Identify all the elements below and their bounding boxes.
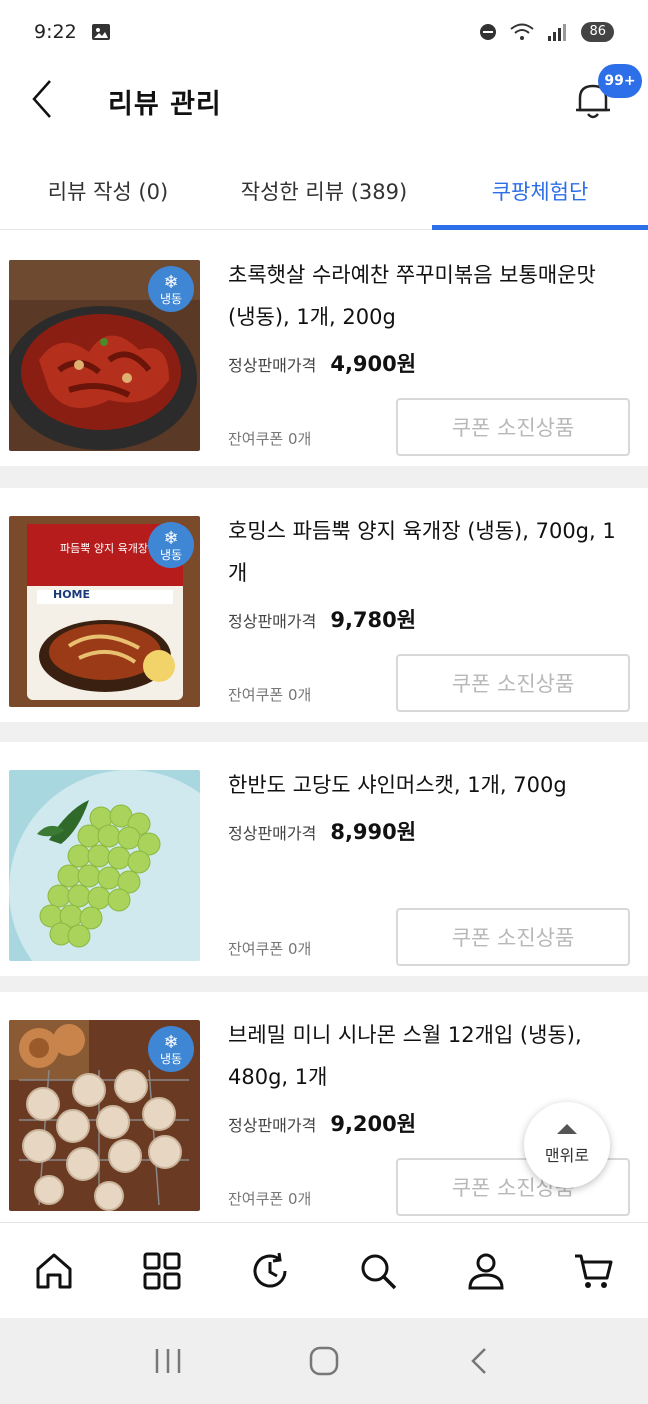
gallery-icon <box>91 24 110 40</box>
notification-badge: 99+ <box>598 64 642 98</box>
list-item[interactable]: 파듬뿍 양지 육개장 HOME ❄ 냉동 호밍스 파듬뿍 양지 육개장 (냉동),… <box>0 488 648 722</box>
scroll-to-top-label: 맨위로 <box>544 1146 590 1165</box>
price-value: 9,200원 <box>330 1112 417 1136</box>
nav-my-page[interactable] <box>432 1223 540 1318</box>
review-tabs: 리뷰 작성 (0) 작성한 리뷰 (389) 쿠팡체험단 <box>0 152 648 230</box>
home-button[interactable] <box>294 1331 354 1391</box>
price-value: 4,900원 <box>330 352 417 376</box>
search-icon <box>361 1254 397 1289</box>
price-label: 정상판매가격 <box>228 824 317 843</box>
system-navigation <box>0 1318 648 1404</box>
price-value: 9,780원 <box>330 608 417 632</box>
scroll-to-top-button[interactable]: 맨위로 <box>524 1102 610 1188</box>
status-time: 9:22 <box>34 21 77 43</box>
nav-category[interactable] <box>108 1223 216 1318</box>
remaining-coupons: 잔여쿠폰 0개 <box>228 686 312 704</box>
product-image <box>9 770 200 961</box>
system-back-button[interactable] <box>450 1331 510 1391</box>
product-list: ❄ 냉동 초록햇살 수라예찬 쭈꾸미볶음 보통매운맛 (냉동), 1개, 200g… <box>0 232 648 1222</box>
status-bar: 9:22 86 <box>0 0 648 64</box>
wifi-icon <box>510 23 535 40</box>
price-label: 정상판매가격 <box>228 1116 317 1135</box>
price-row: 정상판매가격 4,900원 <box>228 348 416 378</box>
frozen-badge: ❄ 냉동 <box>148 1026 194 1072</box>
coupon-sold-out-button[interactable]: 쿠폰 소진상품 <box>396 908 630 966</box>
package-brand: HOME <box>53 588 91 601</box>
home-circle-icon <box>309 1346 339 1376</box>
snowflake-icon: ❄ <box>163 1032 179 1053</box>
price-label: 정상판매가격 <box>228 356 317 375</box>
home-icon <box>36 1253 72 1288</box>
cart-icon <box>575 1254 613 1288</box>
recent-apps-button[interactable] <box>138 1331 198 1391</box>
list-item[interactable]: ❄ 냉동 초록햇살 수라예찬 쭈꾸미볶음 보통매운맛 (냉동), 1개, 200g… <box>0 232 648 466</box>
remaining-coupons: 잔여쿠폰 0개 <box>228 940 312 958</box>
back-button[interactable] <box>22 76 62 122</box>
frozen-badge: ❄ 냉동 <box>148 266 194 312</box>
product-name: 초록햇살 수라예찬 쭈꾸미볶음 보통매운맛 (냉동), 1개, 200g <box>228 263 596 329</box>
recent-apps-icon <box>155 1349 181 1373</box>
coupon-sold-out-button[interactable]: 쿠폰 소진상품 <box>396 654 630 712</box>
price-label: 정상판매가격 <box>228 612 317 631</box>
snowflake-icon: ❄ <box>163 528 179 549</box>
battery-indicator: 86 <box>581 22 614 42</box>
nav-recent[interactable] <box>216 1223 324 1318</box>
product-image: ❄ 냉동 <box>9 260 200 451</box>
back-arrow-icon <box>471 1348 486 1374</box>
product-name: 브레밀 미니 시나몬 스월 12개입 (냉동), 480g, 1개 <box>228 1023 582 1089</box>
remaining-coupons: 잔여쿠폰 0개 <box>228 1190 312 1208</box>
tab-written-reviews[interactable]: 작성한 리뷰 (389) <box>216 152 432 229</box>
remaining-coupons: 잔여쿠폰 0개 <box>228 430 312 448</box>
my-page-icon <box>468 1253 504 1289</box>
nav-home[interactable] <box>0 1223 108 1318</box>
price-row: 정상판매가격 9,200원 <box>228 1108 416 1138</box>
dnd-icon <box>480 24 497 40</box>
price-row: 정상판매가격 8,990원 <box>228 816 416 846</box>
product-name: 한반도 고당도 샤인머스캣, 1개, 700g <box>228 773 567 797</box>
nav-search[interactable] <box>324 1223 432 1318</box>
header: 리뷰 관리 99+ <box>0 64 648 134</box>
snowflake-icon: ❄ <box>163 272 179 293</box>
chevron-left-icon <box>32 80 51 118</box>
coupon-sold-out-button[interactable]: 쿠폰 소진상품 <box>396 398 630 456</box>
product-image: ❄ 냉동 <box>9 1020 200 1211</box>
category-icon <box>143 1252 181 1289</box>
price-row: 정상판매가격 9,780원 <box>228 604 416 634</box>
package-title: 파듬뿍 양지 육개장 <box>60 542 148 555</box>
list-item[interactable]: 한반도 고당도 샤인머스캣, 1개, 700g 정상판매가격 8,990원 잔여… <box>0 742 648 976</box>
product-name: 호밍스 파듬뿍 양지 육개장 (냉동), 700g, 1개 <box>228 519 616 585</box>
bottom-navigation <box>0 1222 648 1318</box>
nav-cart[interactable] <box>540 1223 648 1318</box>
recent-icon <box>253 1252 287 1287</box>
arrow-up-icon <box>557 1124 577 1134</box>
frozen-badge: ❄ 냉동 <box>148 522 194 568</box>
signal-icon <box>548 24 567 41</box>
tab-write-review[interactable]: 리뷰 작성 (0) <box>0 152 216 229</box>
price-value: 8,990원 <box>330 820 417 844</box>
tab-coupang-experience[interactable]: 쿠팡체험단 <box>432 152 648 230</box>
product-image: 파듬뿍 양지 육개장 HOME ❄ 냉동 <box>9 516 200 707</box>
page-title: 리뷰 관리 <box>108 89 222 120</box>
